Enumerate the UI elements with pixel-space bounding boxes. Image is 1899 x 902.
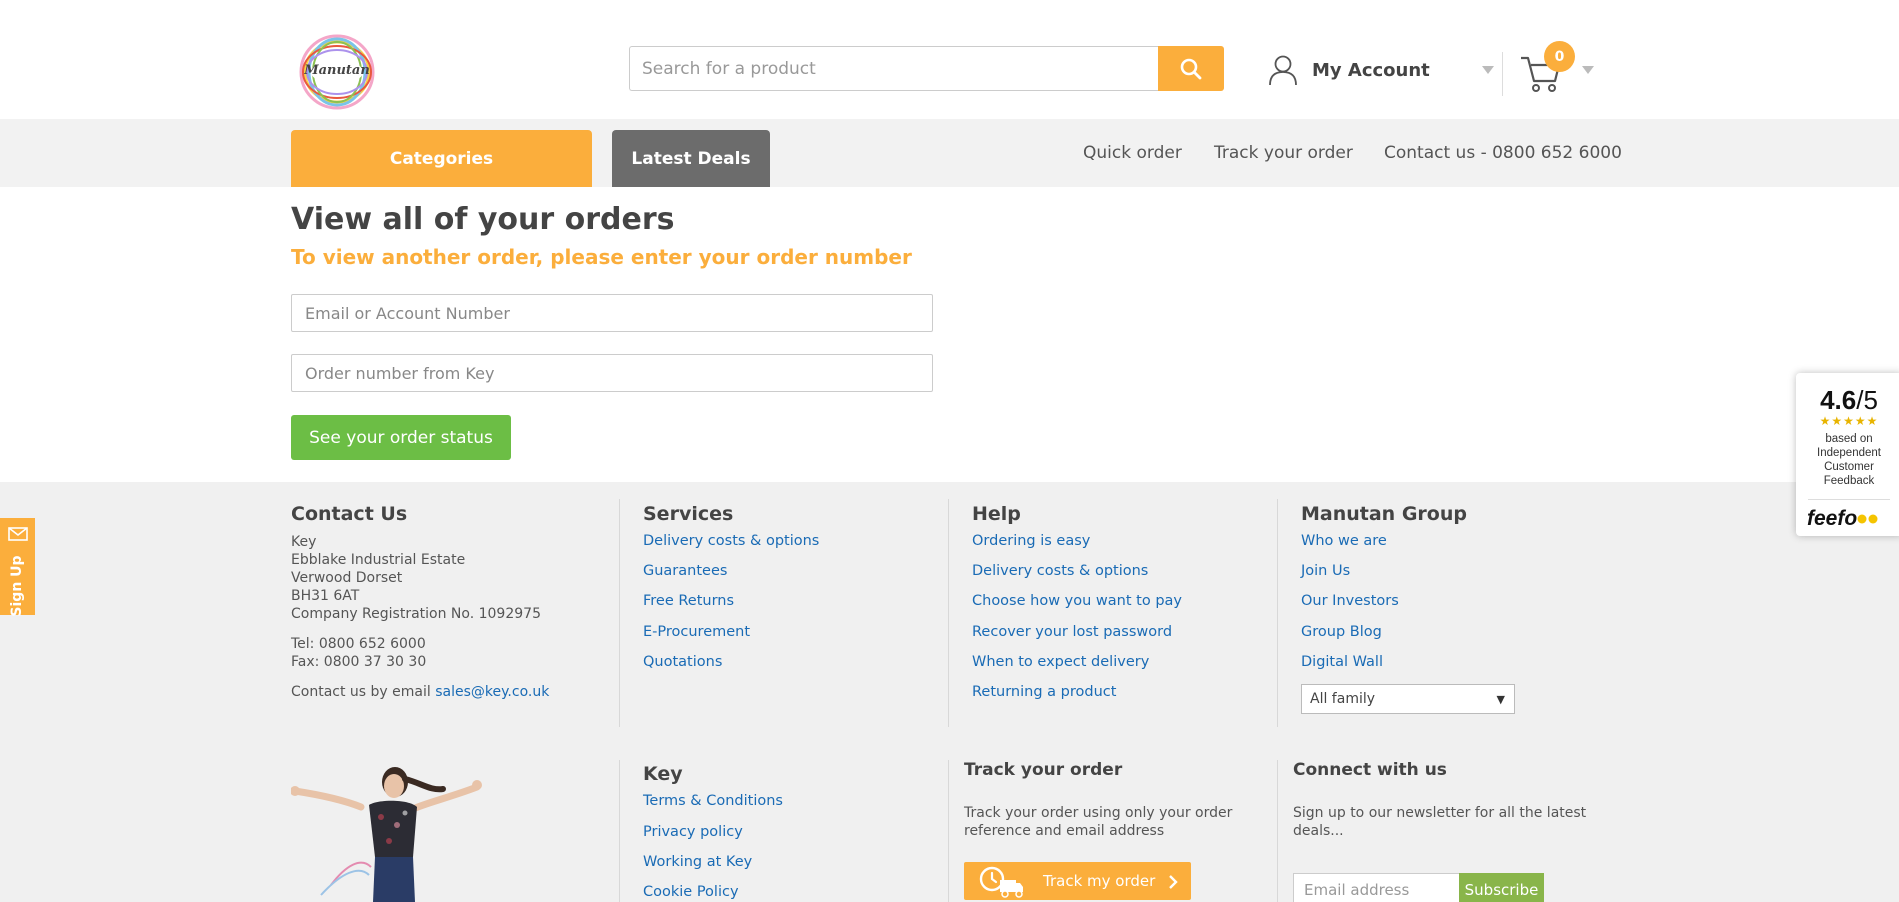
footer-divider (619, 760, 620, 902)
signup-side-tab[interactable]: Sign Up (0, 518, 35, 617)
footer-link[interactable]: Quotations (643, 654, 722, 670)
contact-email-prefix: Contact us by email (291, 684, 431, 700)
footer-heading-help: Help (972, 503, 1021, 525)
chevron-right-icon (1169, 875, 1178, 889)
track-order-text: Track your order using only your order (964, 805, 1233, 821)
family-select-value: All family (1310, 691, 1376, 707)
track-my-order-label: Track my order (1043, 872, 1156, 890)
envelope-icon (8, 527, 28, 541)
newsletter-text: deals... (1293, 823, 1344, 839)
email-account-input[interactable] (291, 294, 933, 332)
footer-link[interactable]: Who we are (1301, 533, 1387, 549)
footer-heading-services: Services (643, 503, 734, 525)
footer-link[interactable]: Delivery costs & options (643, 533, 819, 549)
footer-link[interactable]: Cookie Policy (643, 884, 739, 900)
footer-link[interactable]: Returning a product (972, 684, 1116, 700)
newsletter-email-input[interactable] (1293, 873, 1459, 902)
footer-link[interactable]: Ordering is easy (972, 533, 1090, 549)
cart-dropdown-caret-icon[interactable] (1582, 66, 1594, 74)
newsletter-text: Sign up to our newsletter for all the la… (1293, 805, 1587, 821)
footer-heading-key: Key (643, 763, 683, 785)
footer-heading-contact: Contact Us (291, 503, 408, 525)
feefo-divider (1808, 499, 1890, 500)
logo-text: Manutan (304, 63, 370, 78)
contact-tel: Tel: 0800 652 6000 (291, 636, 426, 652)
feefo-score-value: 4.6 (1820, 385, 1857, 415)
my-account-label: My Account (1312, 59, 1430, 81)
feefo-score-denominator: /5 (1856, 385, 1878, 415)
nav-link-quick-order[interactable]: Quick order (1083, 143, 1182, 163)
footer-heading-manutan-group: Manutan Group (1301, 503, 1467, 525)
search-button[interactable] (1158, 46, 1224, 91)
feefo-logo-text: feefo (1807, 507, 1858, 530)
feefo-caption-line: Independent (1817, 447, 1881, 459)
nav-link-contact[interactable]: Contact us - 0800 652 6000 (1384, 143, 1622, 163)
footer-link[interactable]: Group Blog (1301, 624, 1382, 640)
footer-heading-connect: Connect with us (1293, 760, 1447, 780)
footer-link[interactable]: Recover your lost password (972, 624, 1172, 640)
footer-link[interactable]: When to expect delivery (972, 654, 1149, 670)
footer-link[interactable]: E-Procurement (643, 624, 750, 640)
footer-link[interactable]: Privacy policy (643, 824, 743, 840)
footer-divider (1277, 760, 1278, 902)
signup-label: Sign Up (9, 555, 25, 617)
tab-latest-deals[interactable]: Latest Deals (612, 130, 770, 187)
search-input[interactable] (629, 46, 1158, 91)
feefo-eyes-icon (1857, 514, 1878, 524)
contact-address-line: BH31 6AT (291, 588, 360, 604)
site-header: Manutan My Account 0 (0, 0, 1899, 119)
manutan-logo[interactable]: Manutan (297, 32, 377, 112)
star-rating-icon: ★★★★★ (1819, 414, 1879, 428)
delivery-truck-clock-icon (979, 866, 1023, 898)
footer-link[interactable]: Working at Key (643, 854, 752, 870)
see-order-status-button[interactable]: See your order status (291, 415, 511, 460)
account-dropdown-caret-icon[interactable] (1482, 66, 1494, 74)
feefo-caption: based on Independent Customer Feedback (1800, 432, 1898, 488)
site-footer (0, 482, 1899, 902)
footer-divider (619, 499, 620, 727)
nav-link-track-order[interactable]: Track your order (1214, 143, 1353, 163)
footer-divider (948, 499, 949, 727)
contact-email-line: Contact us by email sales@key.co.uk (291, 683, 549, 701)
user-icon (1269, 55, 1297, 86)
footer-divider (1277, 499, 1278, 727)
footer-link[interactable]: Our Investors (1301, 593, 1399, 609)
footer-divider (948, 760, 949, 902)
feefo-score: 4.6/5 (1796, 385, 1899, 416)
feefo-caption-line: Feedback (1823, 475, 1875, 487)
order-number-input[interactable] (291, 354, 933, 392)
track-my-order-button[interactable]: Track my order (964, 862, 1191, 900)
header-divider (1502, 52, 1503, 96)
tab-categories[interactable]: Categories (291, 130, 592, 187)
footer-link[interactable]: Digital Wall (1301, 654, 1383, 670)
feefo-rating-widget[interactable]: 4.6/5 ★★★★★ based on Independent Custome… (1796, 373, 1899, 536)
feefo-caption-line: based on (1825, 433, 1873, 445)
feefo-logo: feefo (1807, 507, 1879, 531)
contact-email-link[interactable]: sales@key.co.uk (435, 684, 549, 700)
family-select[interactable]: All family ▼ (1301, 684, 1515, 714)
search-icon (1180, 58, 1202, 79)
footer-heading-track-order: Track your order (964, 760, 1123, 780)
page-title: View all of your orders (291, 202, 675, 237)
footer-link[interactable]: Guarantees (643, 563, 727, 579)
contact-address-line: Verwood Dorset (291, 570, 403, 586)
promo-person-image (291, 767, 482, 902)
footer-link[interactable]: Terms & Conditions (643, 793, 783, 809)
footer-link[interactable]: Join Us (1301, 563, 1350, 579)
feefo-caption-line: Customer (1824, 461, 1874, 473)
footer-link[interactable]: Delivery costs & options (972, 563, 1148, 579)
contact-address-line: Ebblake Industrial Estate (291, 552, 466, 568)
cart-count-badge: 0 (1544, 41, 1575, 72)
subscribe-button[interactable]: Subscribe (1459, 873, 1544, 902)
contact-company-reg: Company Registration No. 1092975 (291, 606, 541, 622)
chevron-down-icon: ▼ (1496, 693, 1505, 706)
track-order-text: reference and email address (964, 823, 1165, 839)
footer-link[interactable]: Free Returns (643, 593, 734, 609)
contact-address-line: Key (291, 534, 317, 550)
contact-fax: Fax: 0800 37 30 30 (291, 654, 427, 670)
footer-link[interactable]: Choose how you want to pay (972, 593, 1182, 609)
page-subtitle: To view another order, please enter your… (291, 245, 912, 269)
my-account-link[interactable]: My Account (1268, 52, 1430, 88)
